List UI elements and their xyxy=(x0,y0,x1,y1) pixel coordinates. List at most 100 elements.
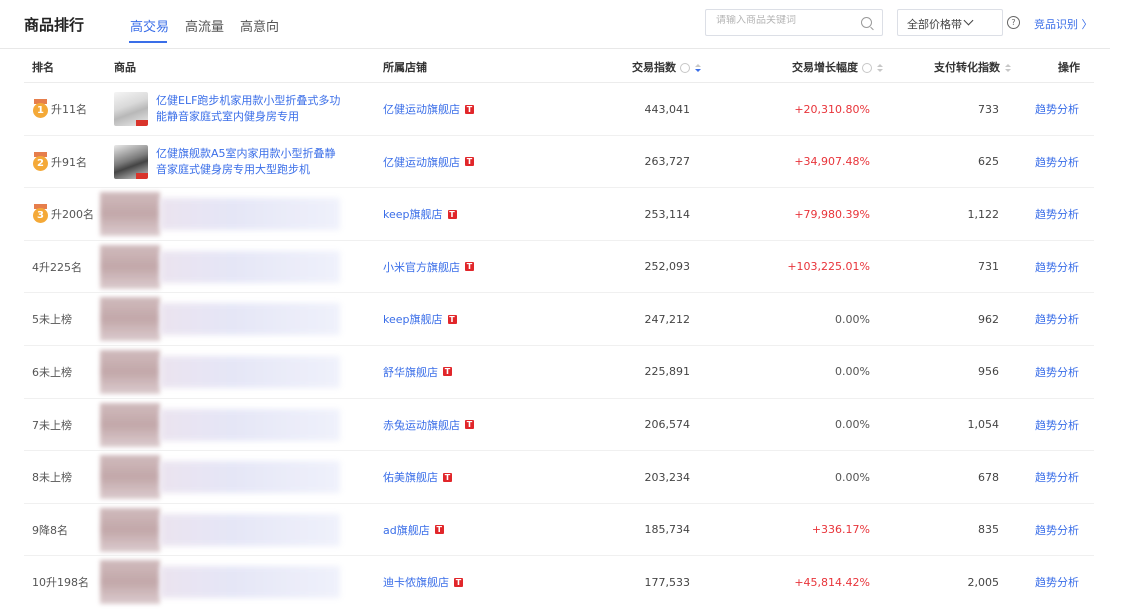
product-thumbnail[interactable] xyxy=(114,144,148,179)
top-bar: 商品排行 高交易 高流量 高意向 全部价格带 ? 竞品识别 〉 xyxy=(0,0,1124,48)
table-row: 5未上榜 keep旗舰店 T 247,212 0.00% 962 趋势分析 xyxy=(24,292,1094,345)
trade-index-value: 247,212 xyxy=(644,312,691,326)
tmall-icon: T xyxy=(434,525,444,535)
tmall-icon: T xyxy=(443,367,452,377)
trend-analysis-link[interactable]: 趋势分析 xyxy=(1035,556,1095,608)
trade-index-value: 185,734 xyxy=(644,523,691,537)
tab-high-intent[interactable]: 高意向 xyxy=(240,16,279,35)
trend-analysis-link[interactable]: 趋势分析 xyxy=(1035,136,1095,188)
trend-analysis-link[interactable]: 趋势分析 xyxy=(1035,293,1095,345)
table-row: 6未上榜 舒华旗舰店 T 225,891 0.00% 956 趋势分析 xyxy=(24,344,1095,398)
competitor-identify-link[interactable]: 竞品识别 〉 xyxy=(1034,16,1093,32)
col-growth[interactable]: 交易增长幅度 xyxy=(792,59,883,75)
help-icon[interactable]: ? xyxy=(1007,16,1020,29)
sort-icon[interactable] xyxy=(877,63,883,73)
shop-link[interactable]: 小米官方旗舰店 T xyxy=(383,241,583,293)
conversion-value: 1,054 xyxy=(967,418,1000,432)
growth-value: +103,225.01% xyxy=(787,260,870,274)
tmall-icon: T xyxy=(465,157,474,167)
table-row: 9降8名 ad旗舰店 T 185,734 +336.17% 835 趋势分析 xyxy=(24,502,1095,556)
blurred-product xyxy=(100,192,340,237)
growth-value: 0.00% xyxy=(835,312,870,326)
shop-link[interactable]: 佑美旗舰店 T xyxy=(383,451,583,503)
table-row: 3 升200名 keep旗舰店 T 253,114 +79,980.39% 1,1… xyxy=(24,187,1094,240)
product-name-link[interactable]: 亿健ELF跑步机家用款小型折叠式多功能静音家庭式室内健身房专用 xyxy=(156,93,346,125)
col-growth-label: 交易增长幅度 xyxy=(792,61,858,74)
shop-link[interactable]: 亿健运动旗舰店 T xyxy=(383,136,583,188)
sort-icon[interactable] xyxy=(1005,63,1011,73)
growth-value: 0.00% xyxy=(835,470,870,484)
product-cell[interactable]: 亿健旗舰款A5室内家用款小型折叠静音家庭式健身房专用大型跑步机 xyxy=(114,136,364,188)
price-range-label: 全部价格带 xyxy=(907,18,962,31)
rank-change: 升91名 xyxy=(51,155,87,169)
active-tab-indicator xyxy=(129,41,167,43)
trend-analysis-link[interactable]: 趋势分析 xyxy=(1035,346,1095,398)
col-trade-index-label: 交易指数 xyxy=(632,61,676,74)
conversion-value: 731 xyxy=(978,260,999,274)
rank-cell: 2 升91名 xyxy=(32,136,117,188)
trade-index-value: 263,727 xyxy=(644,155,691,169)
conversion-value: 2,005 xyxy=(967,575,1000,589)
growth-value: +79,980.39% xyxy=(794,207,870,221)
shop-link[interactable]: 迪卡侬旗舰店 T xyxy=(383,556,583,608)
trend-analysis-link[interactable]: 趋势分析 xyxy=(1035,504,1095,556)
tab-high-trade[interactable]: 高交易 xyxy=(130,16,169,35)
table-row: 4升225名 小米官方旗舰店 T 252,093 +103,225.01% 731… xyxy=(24,239,1095,293)
shop-link[interactable]: 舒华旗舰店 T xyxy=(383,346,583,398)
trend-analysis-link[interactable]: 趋势分析 xyxy=(1035,451,1095,503)
ranking-table-body: 1 升11名 亿健ELF跑步机家用款小型折叠式多功能静音家庭式室内健身房专用 亿… xyxy=(24,82,1094,608)
tmall-icon: T xyxy=(465,104,474,114)
conversion-value: 835 xyxy=(978,523,999,537)
shop-link[interactable]: ad旗舰店 T xyxy=(383,504,583,556)
table-row: 2 升91名 亿健旗舰款A5室内家用款小型折叠静音家庭式健身房专用大型跑步机 亿… xyxy=(24,134,1095,188)
info-icon[interactable] xyxy=(862,63,872,73)
tab-high-traffic[interactable]: 高流量 xyxy=(185,16,224,35)
search-box[interactable] xyxy=(705,9,883,36)
growth-value: 0.00% xyxy=(835,365,870,379)
product-name-link[interactable]: 亿健旗舰款A5室内家用款小型折叠静音家庭式健身房专用大型跑步机 xyxy=(156,146,346,178)
col-action: 操作 xyxy=(1058,61,1080,74)
col-shop: 所属店铺 xyxy=(383,61,427,74)
trade-index-value: 252,093 xyxy=(644,260,691,274)
trend-analysis-link[interactable]: 趋势分析 xyxy=(1035,188,1095,240)
sort-icon[interactable] xyxy=(695,63,701,73)
table-row: 8未上榜 佑美旗舰店 T 203,234 0.00% 678 趋势分析 xyxy=(24,450,1094,503)
table-row: 7未上榜 赤兔运动旗舰店 T 206,574 0.00% 1,054 趋势分析 xyxy=(24,397,1095,451)
info-icon[interactable] xyxy=(680,63,690,73)
col-trade-index[interactable]: 交易指数 xyxy=(632,59,701,75)
tmall-icon: T xyxy=(443,472,452,482)
blurred-product xyxy=(100,507,340,552)
shop-link[interactable]: 亿健运动旗舰店 T xyxy=(383,83,583,135)
tmall-icon: T xyxy=(447,314,457,324)
growth-value: +34,907.48% xyxy=(794,155,870,169)
col-product: 商品 xyxy=(114,61,136,74)
conversion-value: 678 xyxy=(978,470,999,484)
col-rank: 排名 xyxy=(32,61,54,74)
product-thumbnail[interactable] xyxy=(114,92,148,126)
trend-analysis-link[interactable]: 趋势分析 xyxy=(1035,241,1095,293)
shop-link[interactable]: keep旗舰店 T xyxy=(383,188,583,240)
price-range-select[interactable]: 全部价格带 xyxy=(897,9,1003,36)
tmall-icon: T xyxy=(465,420,474,430)
search-input[interactable] xyxy=(716,15,856,26)
product-cell[interactable]: 亿健ELF跑步机家用款小型折叠式多功能静音家庭式室内健身房专用 xyxy=(114,83,364,135)
search-icon[interactable] xyxy=(861,17,872,28)
trend-analysis-link[interactable]: 趋势分析 xyxy=(1035,399,1095,451)
col-conversion[interactable]: 支付转化指数 xyxy=(934,59,1011,75)
blurred-product xyxy=(100,297,340,342)
trade-index-value: 203,234 xyxy=(644,470,691,484)
tmall-icon: T xyxy=(454,577,463,587)
trade-index-value: 177,533 xyxy=(644,575,691,589)
conversion-value: 625 xyxy=(978,155,999,169)
growth-value: +20,310.80% xyxy=(794,102,870,116)
rank-change: 升200名 xyxy=(51,208,94,222)
trend-analysis-link[interactable]: 趋势分析 xyxy=(1035,83,1095,135)
blurred-product xyxy=(100,349,340,394)
shop-link[interactable]: keep旗舰店 T xyxy=(383,293,583,345)
shop-link[interactable]: 赤兔运动旗舰店 T xyxy=(383,399,583,451)
trade-index-value: 225,891 xyxy=(644,365,691,379)
trade-index-value: 253,114 xyxy=(644,207,691,221)
growth-value: 0.00% xyxy=(835,418,870,432)
tmall-icon: T xyxy=(447,209,457,219)
blurred-product xyxy=(100,402,340,447)
